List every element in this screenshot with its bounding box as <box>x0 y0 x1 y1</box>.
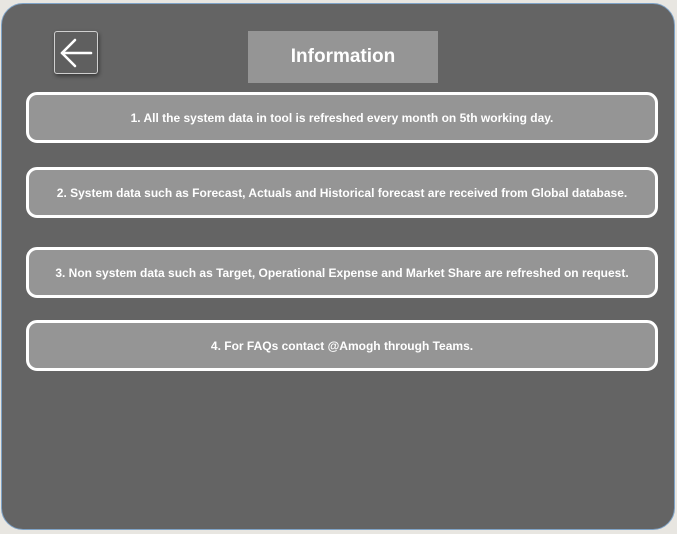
info-item-text: 2. System data such as Forecast, Actuals… <box>56 185 628 200</box>
info-item-faq-contact: 4. For FAQs contact @Amogh through Teams… <box>26 320 658 371</box>
arrow-left-icon <box>58 35 94 71</box>
info-item-system-data-source: 2. System data such as Forecast, Actuals… <box>26 167 658 218</box>
info-item-refresh-schedule: 1. All the system data in tool is refres… <box>26 92 658 143</box>
info-item-text: 4. For FAQs contact @Amogh through Teams… <box>210 338 474 353</box>
information-panel: Information 1. All the system data in to… <box>1 3 675 530</box>
info-item-text: 1. All the system data in tool is refres… <box>130 110 554 125</box>
info-item-non-system-data: 3. Non system data such as Target, Opera… <box>26 247 658 298</box>
info-item-text: 3. Non system data such as Target, Opera… <box>55 265 629 280</box>
back-button[interactable] <box>54 31 98 74</box>
page-title: Information <box>248 31 438 83</box>
